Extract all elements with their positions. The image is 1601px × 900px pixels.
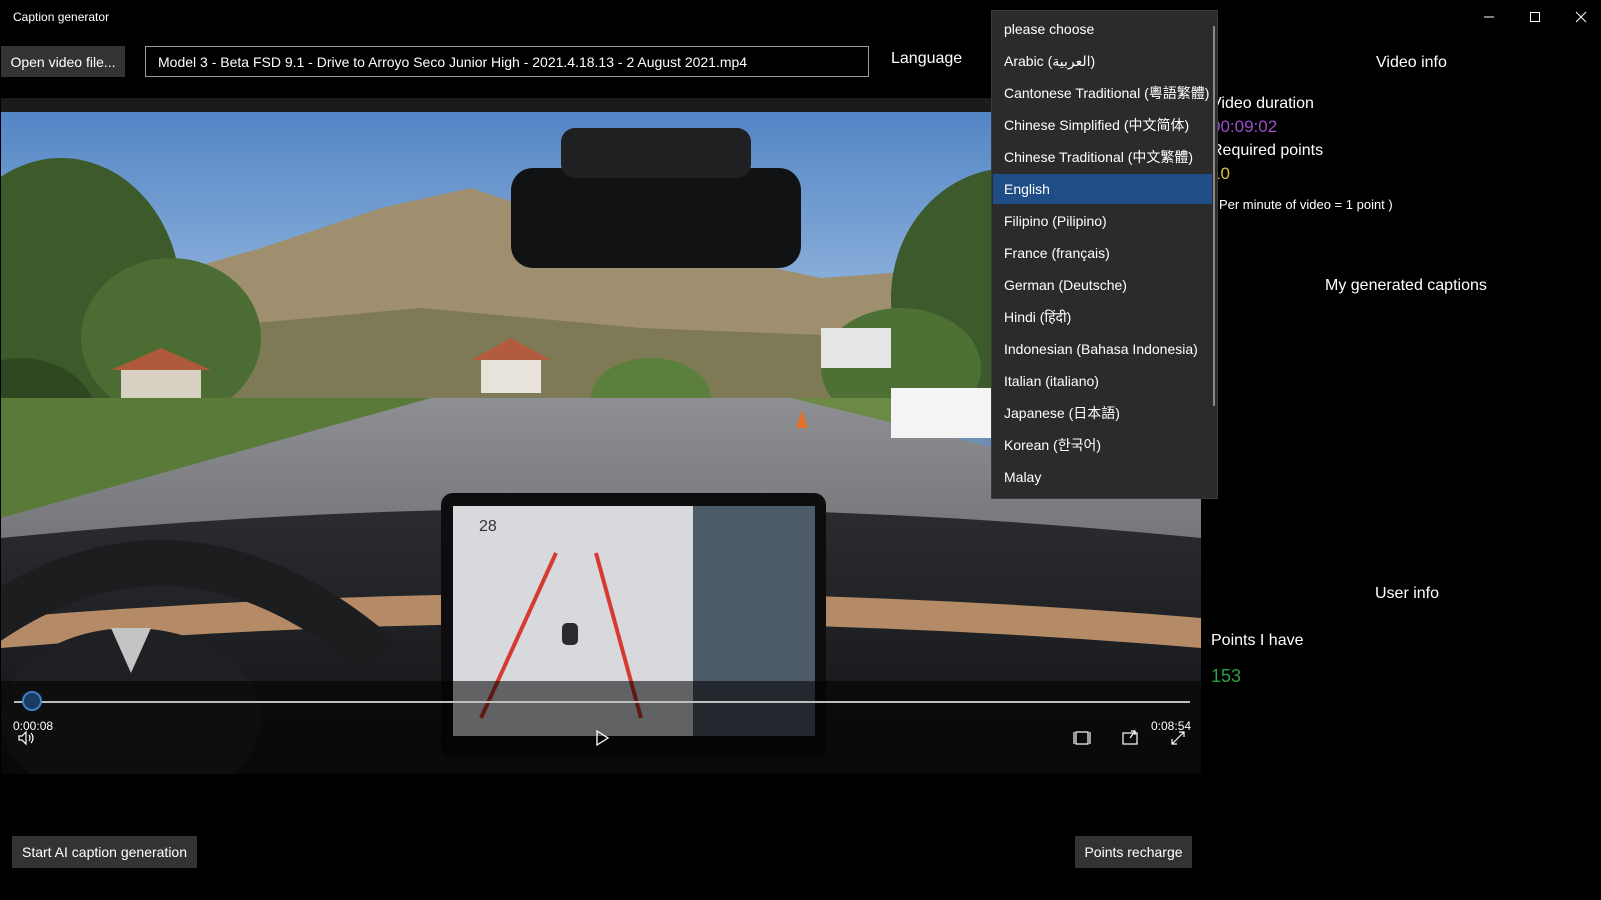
points-label: Points I have: [1211, 632, 1304, 649]
language-option[interactable]: Hindi (हिंदी): [993, 302, 1212, 332]
close-icon: [1575, 11, 1587, 23]
fullscreen-button[interactable]: [1164, 724, 1192, 752]
required-points-label: Required points: [1211, 142, 1324, 159]
seek-bar[interactable]: [14, 701, 1190, 703]
language-option[interactable]: Malay: [993, 462, 1212, 492]
points-rate-note: ( Per minute of video = 1 point ): [1211, 197, 1393, 212]
volume-button[interactable]: [12, 724, 40, 752]
cast-icon: [1122, 730, 1138, 745]
minimize-button[interactable]: [1466, 0, 1512, 34]
language-option[interactable]: France (français): [993, 238, 1212, 268]
language-option[interactable]: Italian (italiano): [993, 366, 1212, 396]
language-option[interactable]: Japanese (日本語): [993, 398, 1212, 428]
aspect-ratio-icon: [1073, 731, 1091, 745]
close-button[interactable]: [1558, 0, 1601, 34]
file-path-field[interactable]: Model 3 - Beta FSD 9.1 - Drive to Arroyo…: [145, 46, 869, 77]
language-option[interactable]: Korean (한국어): [993, 430, 1212, 460]
cast-button[interactable]: [1116, 724, 1144, 752]
language-dropdown[interactable]: please choose Arabic (العربية) Cantonese…: [991, 10, 1218, 499]
language-option[interactable]: please choose: [993, 14, 1212, 44]
points-value: 153: [1211, 666, 1242, 686]
language-option[interactable]: Arabic (العربية): [993, 46, 1212, 76]
language-option-selected[interactable]: English: [993, 174, 1212, 204]
language-option[interactable]: German (Deutsche): [993, 270, 1212, 300]
language-label: Language: [891, 50, 963, 67]
seek-thumb[interactable]: [21, 691, 42, 711]
video-duration-value: 00:09:02: [1211, 117, 1278, 136]
minimize-icon: [1484, 16, 1494, 18]
title-bar: Caption generator: [0, 0, 1601, 34]
points-recharge-button[interactable]: Points recharge: [1075, 836, 1192, 868]
play-icon: [596, 729, 610, 747]
captions-list[interactable]: [1211, 310, 1591, 560]
my-captions-title: My generated captions: [1325, 277, 1487, 294]
video-info-title: Video info: [1376, 54, 1447, 71]
window-title: Caption generator: [13, 10, 110, 24]
maximize-button[interactable]: [1512, 0, 1558, 34]
language-option[interactable]: Chinese Traditional (中文繁體): [993, 142, 1212, 172]
start-caption-button[interactable]: Start AI caption generation: [12, 836, 197, 868]
aspect-ratio-button[interactable]: [1068, 724, 1096, 752]
user-info-title: User info: [1375, 585, 1440, 602]
play-button[interactable]: [588, 724, 616, 752]
language-option[interactable]: Filipino (Pilipino): [993, 206, 1212, 236]
language-option[interactable]: Chinese Simplified (中文简体): [993, 110, 1212, 140]
open-video-button[interactable]: Open video file...: [1, 46, 125, 77]
fullscreen-icon: [1171, 731, 1185, 745]
maximize-icon: [1530, 12, 1540, 22]
volume-icon: [18, 730, 34, 746]
app-window: Caption generator Open video file... Mod…: [0, 0, 1601, 900]
dropdown-scrollbar[interactable]: [1213, 26, 1215, 406]
language-option[interactable]: Cantonese Traditional (粵語繁體): [993, 78, 1212, 108]
video-duration-label: Video duration: [1211, 95, 1314, 112]
language-option[interactable]: Indonesian (Bahasa Indonesia): [993, 334, 1212, 364]
screen-speed-text: 28: [479, 518, 497, 535]
